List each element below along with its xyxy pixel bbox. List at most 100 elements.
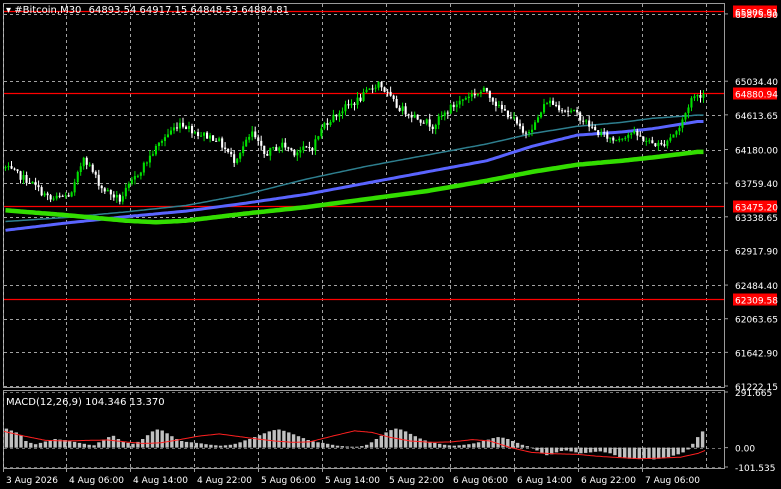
macd-bar [627,447,632,459]
candle-bull [374,87,377,89]
macd-bar [481,441,486,448]
candle-bull [145,162,148,164]
macd-bar [365,444,369,448]
candle-bull [163,137,166,141]
candle-bear [37,185,40,188]
candle-bear [254,131,257,138]
macd-bar [472,443,476,448]
macd-bar [623,447,627,459]
candle-bull [166,134,169,138]
price-axis-label: 64180.00 [735,147,778,157]
candle-bear [588,120,591,127]
macd-bar [48,440,52,448]
candle-bull [615,140,618,142]
candle-bull [323,123,326,129]
candle-bull [7,166,10,168]
macd-bar [214,445,218,448]
candle-bear [386,91,389,93]
macd-bar [496,437,500,448]
macd-bar [43,441,48,448]
candle-bull [546,103,549,105]
candle-bull [203,132,206,136]
candle-bull [362,92,365,101]
candle-bear [582,120,585,122]
candle-bear [326,123,329,125]
candle-bear [500,104,503,110]
candle-bull [4,167,7,169]
macd-bar [564,447,568,451]
candle-bear [197,132,200,136]
candle-bear [395,99,398,108]
candle-bear [636,131,639,136]
candle-bull [70,192,73,197]
candle-bull [106,189,109,192]
macd-bar [316,442,320,448]
candle-bear [552,100,555,105]
candle-bull [356,97,359,105]
candle-bull [534,122,537,130]
macd-bar [666,447,671,458]
macd-bar [588,447,593,453]
macd-bar [379,435,383,448]
macd-bar [24,441,28,448]
macd-bar [438,443,442,448]
candle-bull [437,116,440,125]
macd-bar [248,439,252,448]
macd-bar [345,446,349,448]
macd-bar [199,443,203,448]
candle-bear [10,166,13,169]
macd-bar [355,446,359,448]
candle-bear [612,137,615,141]
macd-bar [121,441,125,448]
candle-bull [672,134,675,138]
candle-bull [22,175,25,180]
candle-bear [40,187,43,196]
candle-bull [531,129,534,132]
candle-bear [347,104,350,106]
candle-bear [191,126,194,134]
candle-bear [452,104,455,108]
macd-bar [657,447,661,459]
candle-bull [245,139,248,147]
macd-bar [686,447,690,450]
candle-bear [419,119,422,123]
candle-bull [133,176,136,180]
candle-bull [549,100,552,104]
macd-bar [287,432,291,448]
candle-bear [290,148,293,150]
candle-bull [434,124,437,130]
macd-bar [369,442,374,448]
candle-bull [585,120,588,122]
candle-bear [594,127,597,131]
macd-bar [19,435,23,448]
candle-bull [470,93,473,97]
candle-bull [365,89,368,93]
candle-bull [543,104,546,113]
candle-bear [359,97,362,101]
candle-bear [524,132,527,134]
candle-bull [43,193,46,196]
trading-chart[interactable]: 65906.9164880.9463475.2062309.58 65875.9… [0,0,781,489]
candle-bull [178,122,181,129]
candle-bear [308,147,311,149]
macd-bar [608,447,612,454]
candle-bull [512,117,515,119]
candle-bear [100,185,103,189]
macd-bar [691,443,695,448]
candle-bull [88,164,91,166]
candle-bear [34,181,37,186]
candle-bear [97,174,100,186]
macd-bar [170,436,174,448]
candle-bear [416,114,419,120]
time-axis-label: 4 Aug 06:00 [69,476,124,486]
candle-bull [314,139,317,151]
candle-bear [293,149,296,156]
candle-bull [278,147,281,151]
macd-bar [525,446,529,448]
macd-bar [184,441,189,448]
macd-bar [554,447,559,453]
candle-bear [287,147,290,149]
candle-bear [404,106,407,115]
price-axis-label: 63338.65 [735,214,778,224]
candle-bull [678,127,681,132]
